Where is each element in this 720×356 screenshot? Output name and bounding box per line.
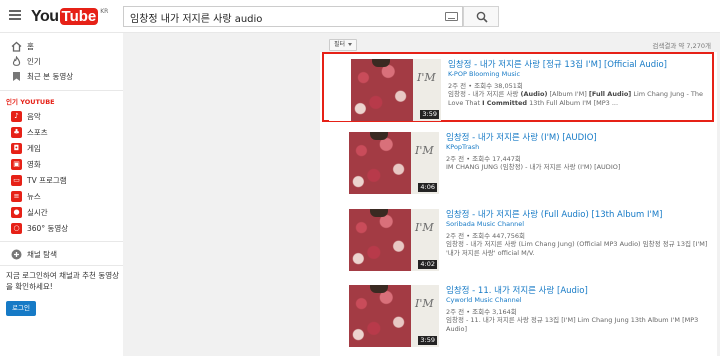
sidebar-item-label: 게임 bbox=[27, 143, 41, 153]
video-title-link[interactable]: 임창정 - 내가 저지른 사랑 [정규 13집 I'M] [Official A… bbox=[448, 58, 667, 70]
sidebar-item-label: 뉴스 bbox=[27, 191, 41, 201]
filter-label: 필터 bbox=[334, 41, 346, 48]
search-query-text: 임창정 내가 저지른 사랑 audio bbox=[130, 14, 263, 25]
guide-sidebar: 홈 인기 최근 본 동영상 인기 YOUTUBE ♪ 음악 ♣ 스포츠 ◘ 게임… bbox=[0, 33, 123, 356]
youtube-logo[interactable]: You Tube KR bbox=[31, 7, 108, 26]
video-meta: 2주 전 • 조회수 17,447회 bbox=[446, 155, 521, 163]
sidebar-item-label: 홈 bbox=[27, 41, 34, 51]
sidebar-item-label: 음악 bbox=[27, 111, 41, 121]
video-title-link[interactable]: 임창정 - 내가 저지른 사랑 (I'M) [AUDIO] bbox=[446, 131, 597, 143]
logo-tube-text: Tube bbox=[59, 8, 99, 25]
sidebar-item-live[interactable]: ● 실시간 bbox=[0, 204, 123, 220]
tv-icon: ▭ bbox=[11, 174, 22, 186]
filter-button[interactable]: 필터 bbox=[329, 39, 358, 51]
results-toolbar: 필터 검색결과 약 7,270개 bbox=[325, 38, 715, 51]
video-thumbnail[interactable]: I'M 3:59 bbox=[329, 59, 441, 121]
channel-link[interactable]: KPopTrash bbox=[446, 143, 479, 151]
result-count: 검색결과 약 7,270개 bbox=[652, 42, 711, 50]
live-icon: ● bbox=[11, 206, 22, 218]
video-title-link[interactable]: 임창정 - 내가 저지른 사랑 (Full Audio) [13th Album… bbox=[446, 208, 663, 220]
video-meta: 2주 전 • 조회수 38,051회 bbox=[448, 82, 523, 90]
keyboard-icon[interactable] bbox=[445, 12, 458, 21]
sidebar-divider bbox=[0, 90, 123, 91]
search-button[interactable] bbox=[463, 6, 499, 27]
chevron-down-icon bbox=[348, 43, 353, 46]
gaming-icon: ◘ bbox=[11, 142, 22, 154]
video-description: IM CHANG JUNG (임창정) - 내가 저지른 사랑 (I'M) [A… bbox=[446, 163, 621, 171]
search-result-item[interactable]: I'M 4:02 임창정 - 내가 저지른 사랑 (Full Audio) [1… bbox=[322, 204, 714, 274]
home-icon bbox=[11, 41, 22, 52]
sidebar-item-history[interactable]: 최근 본 동영상 bbox=[0, 68, 123, 84]
sidebar-item-browse-channels[interactable]: 채널 탐색 bbox=[0, 246, 123, 262]
sidebar-item-label: 영화 bbox=[27, 159, 41, 169]
video-description: 임창정 - 내가 저지른 사랑 (Lim Chang Jung) (Offici… bbox=[446, 240, 708, 257]
sidebar-item-label: TV 프로그램 bbox=[27, 175, 67, 185]
channel-link[interactable]: Soribada Music Channel bbox=[446, 220, 524, 228]
video-description: 임창정 - 11. 내가 저지른 사랑 정규 13집 [I'M] Lim Cha… bbox=[446, 316, 699, 333]
sidebar-item-label: 최근 본 동영상 bbox=[27, 71, 74, 81]
video-duration: 3:59 bbox=[420, 110, 439, 119]
sidebar-item-trending[interactable]: 인기 bbox=[0, 53, 123, 69]
video-thumbnail[interactable]: I'M 4:06 bbox=[327, 132, 439, 194]
movies-icon: ▣ bbox=[11, 158, 22, 170]
sidebar-item-label: 360° 동영상 bbox=[27, 223, 69, 233]
360-icon: ○ bbox=[11, 222, 22, 234]
video-meta: 2주 전 • 조회수 447,756회 bbox=[446, 232, 525, 240]
music-icon: ♪ bbox=[11, 110, 22, 122]
history-icon bbox=[13, 71, 20, 81]
video-duration: 3:59 bbox=[418, 336, 437, 345]
logo-you-text: You bbox=[31, 8, 59, 25]
masthead: You Tube KR 임창정 내가 저지른 사랑 audio bbox=[0, 0, 720, 33]
sidebar-section-title: 인기 YOUTUBE bbox=[6, 98, 55, 106]
login-prompt: 지금 로그인하여 채널과 추천 동영상을 확인하세요! bbox=[6, 271, 120, 291]
sports-icon: ♣ bbox=[11, 126, 22, 138]
sidebar-item-sports[interactable]: ♣ 스포츠 bbox=[0, 124, 123, 140]
sidebar-divider bbox=[0, 241, 123, 242]
channel-link[interactable]: Cyworld Music Channel bbox=[446, 296, 522, 304]
sidebar-item-label: 실시간 bbox=[27, 207, 48, 217]
sidebar-item-label: 스포츠 bbox=[27, 127, 48, 137]
login-button[interactable]: 로그인 bbox=[6, 301, 36, 316]
search-result-item[interactable]: I'M 3:59 임창정 - 내가 저지른 사랑 [정규 13집 I'M] [O… bbox=[322, 52, 714, 122]
sidebar-item-label: 인기 bbox=[27, 56, 41, 66]
add-circle-icon bbox=[11, 249, 22, 259]
search-result-item[interactable]: I'M 4:06 임창정 - 내가 저지른 사랑 (I'M) [AUDIO] K… bbox=[322, 127, 714, 197]
sidebar-item-news[interactable]: ≡ 뉴스 bbox=[0, 188, 123, 204]
video-thumbnail[interactable]: I'M 4:02 bbox=[327, 209, 439, 271]
sidebar-item-gaming[interactable]: ◘ 게임 bbox=[0, 140, 123, 156]
search-icon bbox=[476, 11, 488, 23]
hamburger-menu-icon[interactable] bbox=[9, 10, 21, 20]
sidebar-divider bbox=[0, 265, 123, 266]
fire-icon bbox=[12, 55, 21, 66]
sidebar-item-home[interactable]: 홈 bbox=[0, 38, 123, 54]
news-icon: ≡ bbox=[11, 190, 22, 202]
video-title-link[interactable]: 임창정 - 11. 내가 저지른 사랑 [Audio] bbox=[446, 284, 588, 296]
sidebar-item-music[interactable]: ♪ 음악 bbox=[0, 108, 123, 124]
logo-region-text: KR bbox=[100, 8, 109, 15]
video-duration: 4:02 bbox=[418, 260, 437, 269]
video-description: 임창정 - 내가 저지른 사랑 (Audio) [Album I'M] [Ful… bbox=[448, 90, 703, 107]
video-duration: 4:06 bbox=[418, 183, 437, 192]
search-input[interactable]: 임창정 내가 저지른 사랑 audio bbox=[123, 6, 463, 27]
video-thumbnail[interactable]: I'M 3:59 bbox=[327, 285, 439, 347]
video-meta: 2주 전 • 조회수 3,164회 bbox=[446, 308, 517, 316]
search-result-item[interactable]: I'M 3:59 임창정 - 11. 내가 저지른 사랑 [Audio] Cyw… bbox=[322, 280, 714, 350]
sidebar-item-360[interactable]: ○ 360° 동영상 bbox=[0, 220, 123, 236]
sidebar-item-label: 채널 탐색 bbox=[27, 249, 57, 259]
sidebar-item-tv[interactable]: ▭ TV 프로그램 bbox=[0, 172, 123, 188]
channel-link[interactable]: K-POP Blooming Music bbox=[448, 70, 520, 78]
sidebar-item-movies[interactable]: ▣ 영화 bbox=[0, 156, 123, 172]
